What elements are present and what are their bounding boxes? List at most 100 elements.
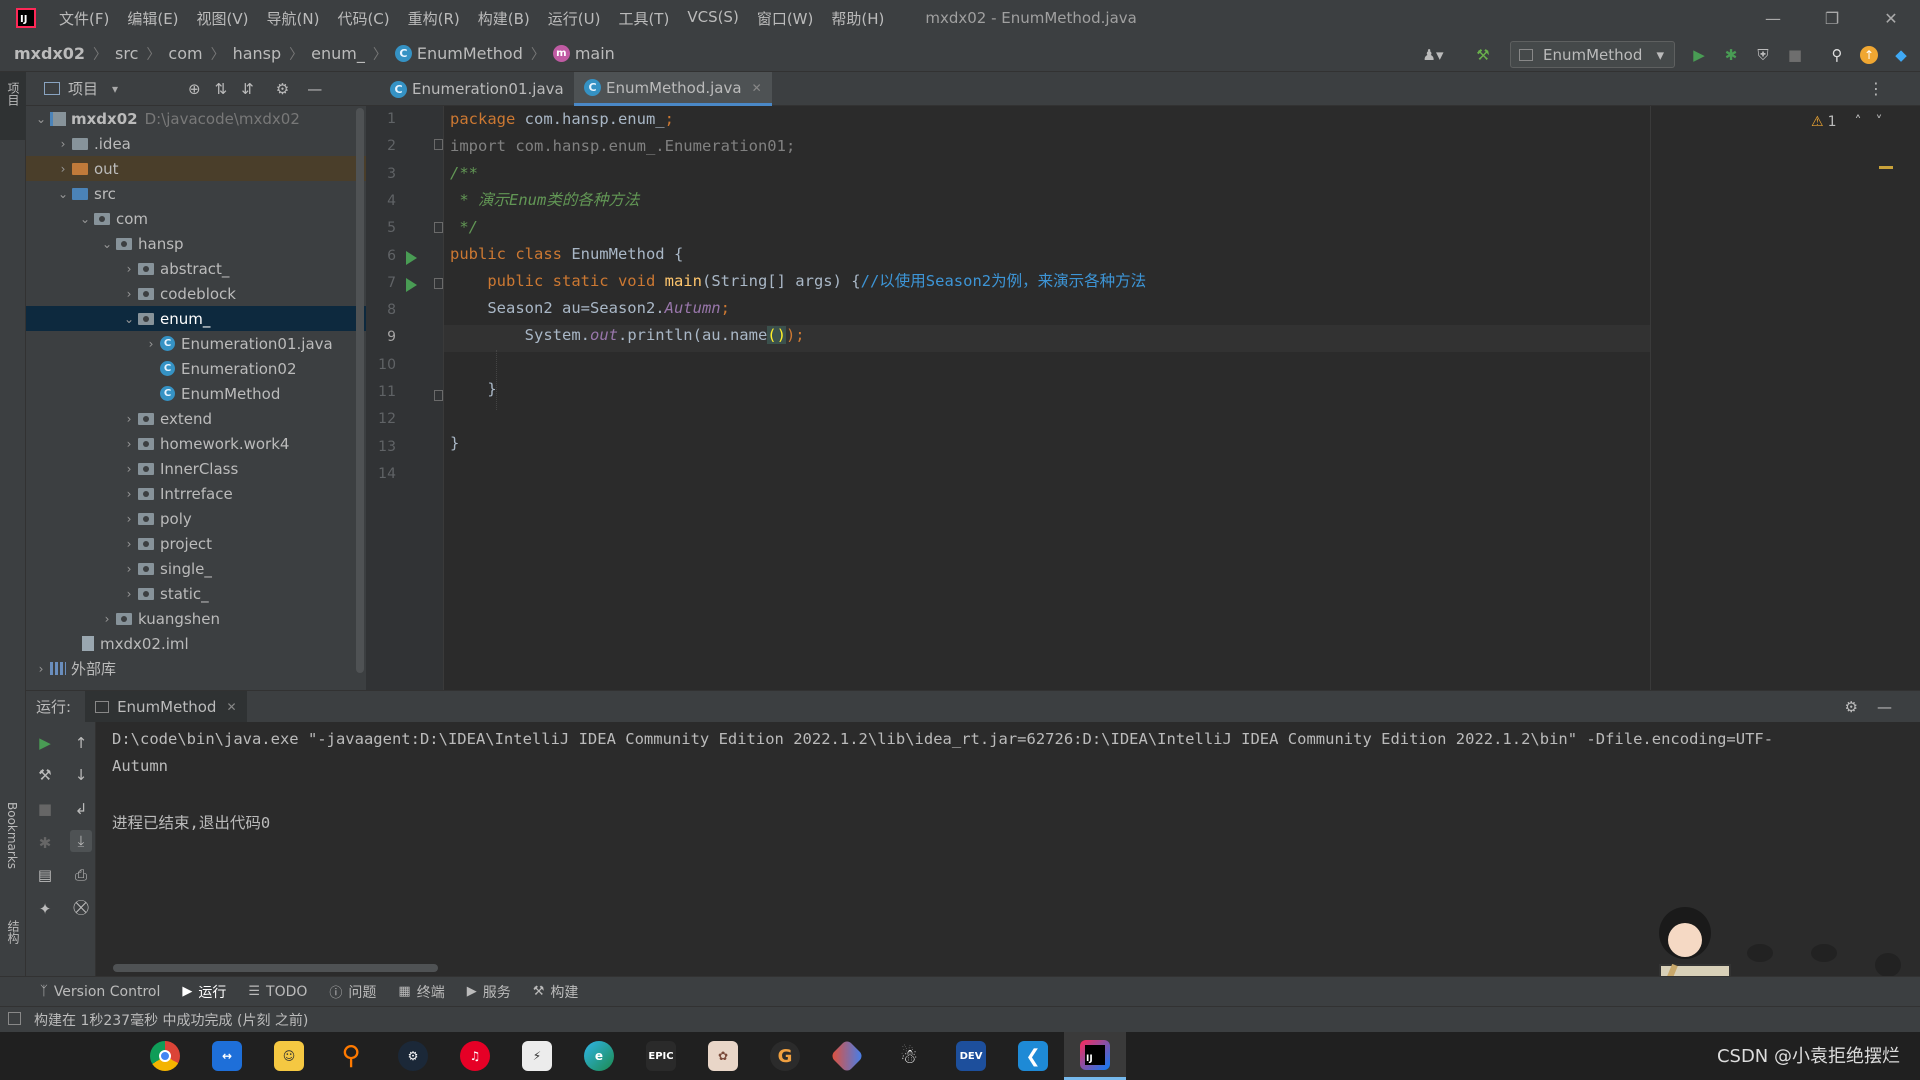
tree-item-codeblock[interactable]: › codeblock (26, 281, 366, 306)
breadcrumb-method[interactable]: m main (552, 44, 615, 63)
menu-item[interactable]: 文件(F) (50, 8, 118, 29)
line-number[interactable]: 3 (366, 166, 396, 182)
breadcrumb-hansp[interactable]: hansp (233, 44, 282, 63)
menu-item[interactable]: 工具(T) (609, 8, 678, 29)
line-number[interactable]: 13 (366, 439, 396, 455)
tab-enumeration01[interactable]: C Enumeration01.java ✕ (380, 72, 594, 106)
menu-item[interactable]: 窗口(W) (748, 8, 823, 29)
hide-panel-icon[interactable]: — (307, 80, 322, 98)
fold-marker-icon[interactable] (434, 390, 443, 401)
teamviewer-icon[interactable]: ↔ (196, 1032, 258, 1080)
chevron-up-icon[interactable]: ˄ (1854, 114, 1861, 130)
menu-item[interactable]: 重构(R) (399, 8, 469, 29)
line-number[interactable]: 1 (366, 111, 396, 127)
status-message[interactable]: 构建在 1秒237毫秒 中成功完成 (片刻 之前) (34, 1010, 308, 1030)
chevron-right-icon[interactable]: › (120, 562, 138, 576)
chevron-right-icon[interactable]: › (32, 662, 50, 676)
tree-item-com[interactable]: ⌄ com (26, 206, 366, 231)
stop-icon[interactable]: ■ (34, 798, 56, 820)
search-icon[interactable]: ⚲ (1826, 44, 1848, 66)
chevron-down-icon[interactable]: ⌄ (32, 112, 50, 126)
tree-item-enummethod[interactable]: C EnumMethod (26, 381, 366, 406)
tree-item-hansp[interactable]: ⌄ hansp (26, 231, 366, 256)
menu-item[interactable]: 导航(N) (258, 8, 329, 29)
chevron-right-icon[interactable]: › (120, 512, 138, 526)
hide-panel-icon[interactable]: — (1877, 698, 1892, 716)
run-icon[interactable]: ▶ (1688, 44, 1710, 66)
kugou-icon[interactable]: ⚡ (506, 1032, 568, 1080)
devcpp-icon[interactable]: DEV (940, 1032, 1002, 1080)
breadcrumb-class[interactable]: C EnumMethod (394, 44, 523, 63)
code-editor[interactable]: package com.hansp.enum_; import com.hans… (444, 106, 1650, 690)
chevron-right-icon[interactable]: › (98, 612, 116, 626)
git-icon[interactable] (816, 1032, 878, 1080)
breadcrumb-enum[interactable]: enum_ (311, 44, 365, 63)
tool-todo[interactable]: ☰ TODO (248, 984, 307, 1000)
coverage-icon[interactable]: ⛨ (1752, 44, 1774, 66)
close-window-button[interactable]: ✕ (1862, 0, 1920, 36)
line-number[interactable]: 5 (366, 220, 396, 236)
bookmarks-tool-label[interactable]: Bookmarks (5, 802, 19, 869)
epic-games-icon[interactable]: EPIC (630, 1032, 692, 1080)
line-number[interactable]: 9 (366, 329, 396, 345)
tree-item-enum[interactable]: ⌄ enum_ (26, 306, 366, 331)
tree-item-iml[interactable]: mxdx02.iml (26, 631, 366, 656)
chevron-right-icon[interactable]: › (120, 437, 138, 451)
tree-item-static[interactable]: › static_ (26, 581, 366, 606)
tree-item-poly[interactable]: › poly (26, 506, 366, 531)
stop-icon[interactable]: ■ (1784, 44, 1806, 66)
gear-icon[interactable]: ⚙ (1845, 698, 1858, 716)
trash-icon[interactable]: ⛒ (70, 896, 92, 918)
structure-tool-label[interactable]: 结构 (5, 920, 22, 944)
expand-all-icon[interactable]: ⇅ (215, 80, 228, 98)
arrow-down-icon[interactable]: ↓ (70, 764, 92, 786)
project-tool-button[interactable]: 项目 (0, 72, 26, 140)
project-scrollbar[interactable] (356, 108, 364, 673)
steam-icon[interactable]: ⚙ (382, 1032, 444, 1080)
chevron-right-icon[interactable]: › (120, 462, 138, 476)
build-hammer-icon[interactable]: ⚒ (1472, 44, 1494, 66)
status-toggle-icon[interactable] (8, 1012, 21, 1025)
tree-item-idea[interactable]: › .idea (26, 131, 366, 156)
soft-wrap-icon[interactable]: ↲ (70, 798, 92, 820)
tool-version-control[interactable]: ᛉ Version Control (40, 984, 160, 1000)
menu-item[interactable]: 构建(B) (469, 8, 539, 29)
update-icon[interactable]: ↑ (1858, 44, 1880, 66)
chevron-down-icon[interactable]: ˅ (1875, 114, 1882, 130)
line-number[interactable]: 12 (366, 411, 396, 427)
menu-item[interactable]: 帮助(H) (822, 8, 893, 29)
chevron-down-icon[interactable]: ⌄ (120, 312, 138, 326)
chevron-right-icon[interactable]: › (54, 137, 72, 151)
tree-item-external-libs[interactable]: › 外部库 (26, 656, 366, 681)
chrome-icon[interactable] (134, 1032, 196, 1080)
arrow-up-icon[interactable]: ↑ (70, 732, 92, 754)
gear-icon[interactable]: ⚙ (276, 80, 289, 98)
run-main-gutter-icon[interactable] (406, 278, 417, 292)
tool-services[interactable]: ▶ 服务 (467, 982, 511, 1002)
close-icon[interactable]: ✕ (752, 81, 762, 95)
menu-item[interactable]: 视图(V) (188, 8, 258, 29)
chevron-down-icon[interactable]: ⌄ (54, 187, 72, 201)
fold-marker-icon[interactable] (434, 222, 443, 233)
line-number[interactable]: 14 (366, 466, 396, 482)
layout-icon[interactable]: ▤ (34, 864, 56, 886)
line-number[interactable]: 4 (366, 193, 396, 209)
genshin-icon[interactable]: ✿ (692, 1032, 754, 1080)
tree-item-intrreface[interactable]: › Intrreface (26, 481, 366, 506)
qq-icon[interactable]: ☃ (878, 1032, 940, 1080)
line-number[interactable]: 8 (366, 302, 396, 318)
chevron-right-icon[interactable]: › (120, 412, 138, 426)
collapse-all-icon[interactable]: ⇵ (241, 80, 254, 98)
line-number[interactable]: 2 (366, 138, 396, 154)
warning-stripe-marker[interactable] (1879, 166, 1893, 169)
breadcrumb-com[interactable]: com (168, 44, 202, 63)
pin-icon[interactable]: ✦ (34, 898, 56, 920)
line-number[interactable]: 7 (366, 275, 396, 291)
line-number[interactable]: 6 (366, 248, 396, 264)
tab-enummethod[interactable]: C EnumMethod.java ✕ (574, 72, 772, 106)
tree-item-homework[interactable]: › homework.work4 (26, 431, 366, 456)
fold-marker-icon[interactable] (434, 139, 443, 150)
console-horizontal-scrollbar[interactable] (113, 964, 438, 972)
bilibili-icon[interactable]: ☺ (258, 1032, 320, 1080)
tree-item-single[interactable]: › single_ (26, 556, 366, 581)
